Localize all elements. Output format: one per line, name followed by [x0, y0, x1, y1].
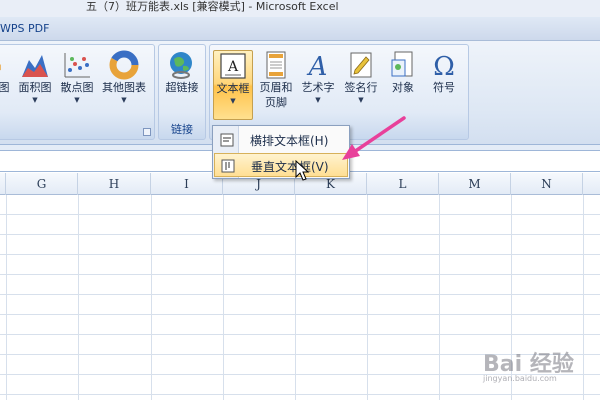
object-icon [391, 51, 413, 77]
chevron-down-icon: ▼ [74, 96, 80, 104]
links-group: 超链接 链接 [158, 44, 206, 140]
chart-partial-icon [0, 64, 1, 71]
symbol-button[interactable]: Ω 符号 [424, 50, 464, 120]
chevron-down-icon: ▼ [32, 96, 38, 104]
svg-text:A: A [307, 52, 328, 80]
chevron-down-icon: ▼ [315, 96, 321, 104]
ribbon-tab-row: WPS PDF [0, 17, 600, 41]
grid-line [439, 195, 440, 400]
column-header-m[interactable]: M [439, 173, 511, 195]
area-chart-icon [22, 55, 48, 77]
charts-group: 图 面积图 ▼ 散点图 ▼ 其他图表 ▼ [0, 44, 155, 140]
links-group-label: 链接 [171, 123, 193, 136]
baidu-watermark: Bai 经验 jingyan.baidu.com [463, 340, 583, 390]
watermark-url: jingyan.baidu.com [483, 374, 557, 383]
omega-symbol-icon: Ω [433, 52, 455, 80]
grid-line [0, 394, 600, 395]
other-charts-label: 其他图表 [102, 81, 146, 94]
scatter-chart-button[interactable]: 散点图 ▼ [57, 50, 97, 120]
annotation-arrow-icon [342, 116, 406, 160]
other-charts-button[interactable]: 其他图表 ▼ [99, 50, 149, 120]
chevron-down-icon: ▼ [230, 97, 236, 105]
grid-line [0, 294, 600, 295]
object-label: 对象 [392, 81, 414, 94]
column-header-next[interactable] [583, 173, 600, 195]
hyperlink-globe-icon [170, 52, 192, 79]
grid-line [78, 195, 79, 400]
column-header-h[interactable]: H [78, 173, 151, 195]
symbol-label: 符号 [433, 81, 455, 94]
donut-chart-icon [109, 50, 139, 80]
mouse-pointer-icon [295, 160, 310, 181]
grid-line [367, 195, 368, 400]
wordart-icon: A [307, 52, 328, 80]
textbox-icon: A [220, 53, 246, 79]
vertical-textbox-item[interactable]: 垂直文本框(V) [214, 153, 348, 177]
charts-dialog-launcher[interactable] [143, 128, 151, 136]
area-chart-label: 面积图 [18, 81, 52, 94]
window-title: 五（7）班万能表.xls [兼容模式] - Microsoft Excel [86, 0, 339, 13]
grid-line [223, 195, 224, 400]
grid-line [583, 195, 584, 400]
title-bar: 五（7）班万能表.xls [兼容模式] - Microsoft Excel [0, 0, 600, 17]
grid-line [295, 195, 296, 400]
tab-wps-pdf[interactable]: WPS PDF [0, 21, 49, 37]
svg-text:Ω: Ω [433, 52, 455, 80]
vertical-textbox-icon [221, 159, 235, 173]
grid-line [0, 214, 600, 215]
svg-text:A: A [227, 59, 239, 75]
grid-line [0, 314, 600, 315]
horizontal-textbox-item[interactable]: 横排文本框(H) [214, 128, 348, 152]
chevron-down-icon: ▼ [358, 96, 364, 104]
chart-partial-label: 图 [0, 81, 10, 94]
hyperlink-button[interactable]: 超链接 [161, 50, 203, 120]
horizontal-textbox-icon [220, 133, 234, 147]
grid-line [0, 234, 600, 235]
scatter-chart-icon [64, 53, 90, 78]
grid-line [6, 195, 7, 400]
textbox-label: 文本框 [216, 82, 250, 95]
textbox-button[interactable]: A 文本框 ▼ [213, 50, 253, 120]
hyperlink-label: 超链接 [165, 81, 199, 94]
grid-line [0, 274, 600, 275]
column-header-n[interactable]: N [511, 173, 583, 195]
grid-line [151, 195, 152, 400]
signature-line-label: 签名行 [344, 81, 378, 94]
column-header-l[interactable]: L [367, 173, 439, 195]
header-footer-icon [266, 51, 286, 79]
chart-partial-button[interactable]: 图 [0, 50, 11, 120]
header-footer-label-1: 页眉和 [259, 81, 293, 94]
column-header-g[interactable]: G [6, 173, 78, 195]
wordart-label: 艺术字 [301, 81, 335, 94]
header-footer-label-2: 页脚 [265, 96, 287, 109]
grid-line [0, 334, 600, 335]
scatter-chart-label: 散点图 [60, 81, 94, 94]
signature-line-icon [350, 52, 372, 78]
horizontal-textbox-label: 横排文本框(H) [250, 134, 329, 148]
vertical-textbox-label: 垂直文本框(V) [251, 160, 329, 174]
chevron-down-icon: ▼ [121, 96, 127, 104]
header-footer-button[interactable]: 页眉和 页脚 [256, 50, 296, 120]
area-chart-button[interactable]: 面积图 ▼ [15, 50, 55, 120]
grid-line [0, 254, 600, 255]
